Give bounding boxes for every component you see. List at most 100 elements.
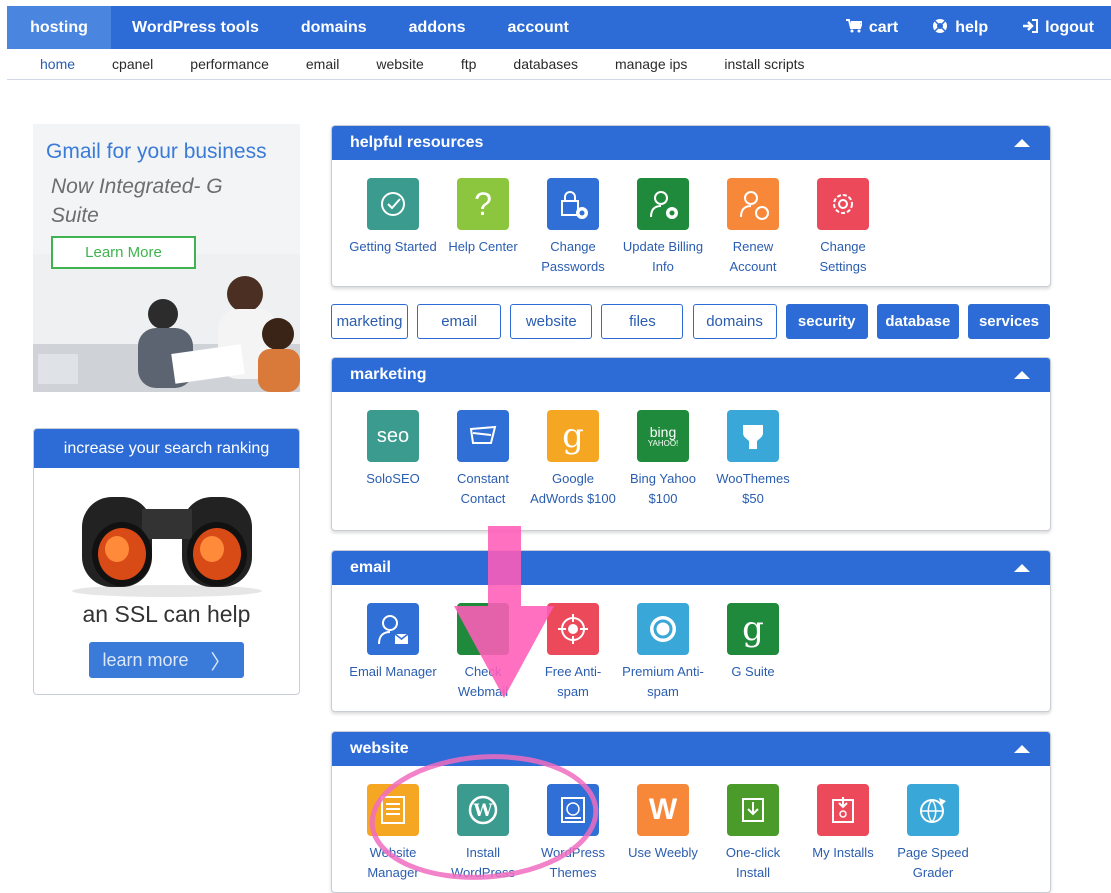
top-nav: hosting WordPress tools domains addons a… [7, 6, 1111, 49]
tile-label: Email Manager [349, 664, 437, 679]
nav-wordpress-tools[interactable]: WordPress tools [111, 6, 280, 49]
nav-logout-label: logout [1045, 18, 1094, 36]
tile-label: Update Billing Info [622, 239, 704, 274]
tile-change-settings[interactable]: Change Settings [798, 178, 888, 277]
gsuite-learn-more-button[interactable]: Learn More [51, 236, 196, 269]
tile-help-center[interactable]: ? Help Center [438, 178, 528, 277]
nav-help-label: help [955, 18, 989, 36]
tile-premium-antispam[interactable]: Premium Anti-spam [618, 603, 708, 702]
user-gear-icon [637, 178, 689, 230]
tile-woothemes[interactable]: WooThemes $50 [708, 410, 798, 509]
collapse-caret-icon[interactable] [1014, 745, 1030, 753]
gsuite-ad-subtitle: Now Integrated- G Suite [51, 175, 223, 227]
subnav-databases[interactable]: databases [513, 56, 578, 72]
logout-icon [1022, 18, 1039, 37]
gsuite-ad[interactable]: Gmail for your business Now Integrated- … [33, 124, 300, 392]
tile-label: Change Settings [819, 239, 867, 274]
installs-icon [817, 784, 869, 836]
nav-cart[interactable]: cart [829, 6, 915, 49]
tile-label: WordPress Themes [540, 845, 606, 880]
tile-label: One-click Install [725, 845, 781, 880]
tile-google-adwords[interactable]: g Google AdWords $100 [528, 410, 618, 509]
tile-soloseo[interactable]: seo SoloSEO [348, 410, 438, 509]
tile-page-speed-grader[interactable]: Page Speed Grader [888, 784, 978, 883]
bing-yahoo-icon: bing YAHOO! [637, 410, 689, 462]
filter-domains[interactable]: domains [692, 304, 777, 339]
ssl-learn-more-button[interactable]: learn more 〉 [89, 642, 244, 678]
envelope-icon [457, 410, 509, 462]
checkmark-icon [367, 178, 419, 230]
nav-help[interactable]: help [915, 6, 1005, 49]
collapse-caret-icon[interactable] [1014, 564, 1030, 572]
tile-label: G Suite [731, 664, 775, 679]
nav-hosting[interactable]: hosting [7, 6, 111, 49]
google-g-icon: g [547, 410, 599, 462]
tile-check-webmail[interactable]: Check Webmail [438, 603, 528, 702]
user-envelope-icon [367, 603, 419, 655]
tile-website-manager[interactable]: Website Manager [348, 784, 438, 883]
subnav-performance[interactable]: performance [190, 56, 269, 72]
tile-wordpress-themes[interactable]: WordPress Themes [528, 784, 618, 883]
tile-install-wordpress[interactable]: W Install WordPress [438, 784, 528, 883]
tile-g-suite[interactable]: g G Suite [708, 603, 798, 702]
subnav-ftp[interactable]: ftp [461, 56, 477, 72]
panel-header[interactable]: website [332, 732, 1050, 766]
woothemes-icon [727, 410, 779, 462]
tile-label: Help Center [448, 239, 518, 254]
collapse-caret-icon[interactable] [1014, 371, 1030, 379]
tile-email-manager[interactable]: Email Manager [348, 603, 438, 702]
subnav-home[interactable]: home [40, 56, 75, 72]
nav-domains[interactable]: domains [280, 6, 388, 49]
tile-one-click-install[interactable]: One-click Install [708, 784, 798, 883]
ssl-ad[interactable]: increase your search ranking an SSL can … [33, 428, 300, 695]
tile-label: Website Manager [367, 845, 419, 880]
tile-free-antispam[interactable]: Free Anti-spam [528, 603, 618, 702]
panel-header[interactable]: helpful resources [332, 126, 1050, 160]
filter-website[interactable]: website [510, 304, 593, 339]
tile-label: My Installs [812, 845, 874, 860]
google-g-icon: g [727, 603, 779, 655]
ssl-ad-text: an SSL can help [82, 601, 251, 627]
nav-logout[interactable]: logout [1005, 6, 1111, 49]
nav-addons[interactable]: addons [388, 6, 487, 49]
gsuite-ad-title: Gmail for your business [46, 140, 267, 163]
tile-label: Bing Yahoo $100 [629, 471, 697, 506]
panel-title: website [350, 740, 409, 757]
filter-services[interactable]: services [967, 304, 1050, 339]
tile-update-billing[interactable]: Update Billing Info [618, 178, 708, 277]
panel-title: helpful resources [350, 134, 484, 151]
tile-getting-started[interactable]: Getting Started [348, 178, 438, 277]
subnav-cpanel[interactable]: cpanel [112, 56, 153, 72]
filter-files[interactable]: files [601, 304, 684, 339]
collapse-caret-icon[interactable] [1014, 139, 1030, 147]
subnav-website[interactable]: website [376, 56, 423, 72]
filter-database[interactable]: database [876, 304, 959, 339]
nav-cart-label: cart [868, 18, 899, 36]
nav-account[interactable]: account [487, 6, 590, 49]
tile-change-passwords[interactable]: Change Passwords [528, 178, 618, 277]
tile-label: Premium Anti-spam [622, 664, 704, 699]
filter-email[interactable]: email [417, 304, 502, 339]
target-icon [547, 603, 599, 655]
subnav-install-scripts[interactable]: install scripts [724, 56, 804, 72]
gear-icon [817, 178, 869, 230]
subnav-manage-ips[interactable]: manage ips [615, 56, 687, 72]
tile-renew-account[interactable]: Renew Account [708, 178, 798, 277]
tile-label: Free Anti-spam [544, 664, 602, 699]
subnav-email[interactable]: email [306, 56, 339, 72]
filter-marketing[interactable]: marketing [331, 304, 408, 339]
download-icon [727, 784, 779, 836]
panel-header[interactable]: marketing [332, 358, 1050, 392]
filter-security[interactable]: security [785, 304, 868, 339]
panel-header[interactable]: email [332, 551, 1050, 585]
chevron-right-icon: 〉 [210, 651, 231, 674]
tile-label: Constant Contact [456, 471, 510, 506]
tile-label: WooThemes $50 [716, 471, 790, 506]
tile-constant-contact[interactable]: Constant Contact [438, 410, 528, 509]
tile-bing-yahoo[interactable]: bing YAHOO! Bing Yahoo $100 [618, 410, 708, 509]
tile-label: Install WordPress [450, 845, 516, 880]
webmail-icon [457, 603, 509, 655]
tile-use-weebly[interactable]: W Use Weebly [618, 784, 708, 883]
tile-label: Use Weebly [628, 845, 698, 860]
tile-my-installs[interactable]: My Installs [798, 784, 888, 883]
